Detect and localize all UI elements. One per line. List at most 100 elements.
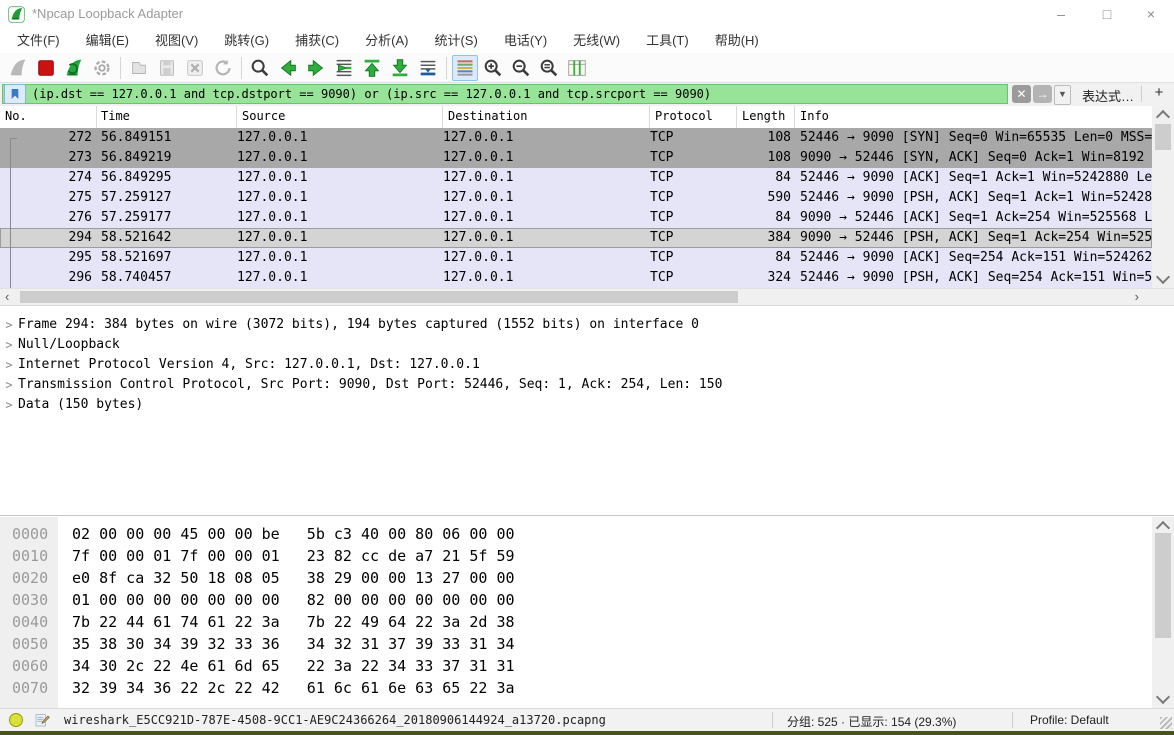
- filter-expression-button[interactable]: 表达式…: [1082, 86, 1134, 105]
- scroll-down-icon[interactable]: [1156, 690, 1170, 704]
- menu-item-9[interactable]: 工具(T): [633, 28, 702, 53]
- packet-row-275[interactable]: 27557.259127127.0.0.1127.0.0.1TCP5905244…: [0, 188, 1152, 208]
- stop-capture-icon[interactable]: [33, 55, 59, 81]
- menu-item-3[interactable]: 跳转(G): [211, 28, 282, 53]
- scroll-down-icon[interactable]: [1156, 270, 1170, 284]
- menu-item-1[interactable]: 编辑(E): [73, 28, 142, 53]
- go-to-top-icon[interactable]: [359, 55, 385, 81]
- detail-line-0[interactable]: >Frame 294: 384 bytes on wire (3072 bits…: [0, 315, 1174, 335]
- filter-clear-icon[interactable]: ✕: [1012, 85, 1031, 103]
- packet-row-272[interactable]: 27256.849151127.0.0.1127.0.0.1TCP1085244…: [0, 128, 1152, 148]
- menu-item-2[interactable]: 视图(V): [142, 28, 211, 53]
- expand-chevron-icon[interactable]: >: [0, 395, 18, 415]
- start-capture-icon[interactable]: [5, 55, 31, 81]
- menu-item-4[interactable]: 捕获(C): [282, 28, 352, 53]
- find-packet-icon[interactable]: [247, 55, 273, 81]
- column-header-length[interactable]: Length: [737, 106, 795, 128]
- detail-line-2[interactable]: >Internet Protocol Version 4, Src: 127.0…: [0, 355, 1174, 375]
- hex-row-0060[interactable]: 006034 30 2c 22 4e 61 6d 65 22 3a 22 34 …: [0, 655, 1152, 677]
- scroll-right-icon[interactable]: ›: [1135, 289, 1139, 305]
- packet-row-274[interactable]: 27456.849295127.0.0.1127.0.0.1TCP8452446…: [0, 168, 1152, 188]
- packet-list-scrollbar[interactable]: [1152, 106, 1174, 288]
- menu-item-0[interactable]: 文件(F): [4, 28, 73, 53]
- minimize-button[interactable]: –: [1038, 0, 1084, 28]
- filter-separator: [1141, 86, 1142, 102]
- go-to-packet-icon[interactable]: [331, 55, 357, 81]
- detail-line-4[interactable]: >Data (150 bytes): [0, 395, 1174, 415]
- column-header-info[interactable]: Info: [795, 106, 1152, 128]
- packet-list-hscrollbar[interactable]: ‹ ›: [0, 288, 1174, 306]
- colorize-packets-icon[interactable]: [452, 55, 478, 81]
- packet-row-273[interactable]: 27356.849219127.0.0.1127.0.0.1TCP1089090…: [0, 148, 1152, 168]
- capture-comment-icon[interactable]: [34, 712, 50, 728]
- cell-time: 56.849219: [97, 148, 237, 168]
- hex-row-0020[interactable]: 0020e0 8f ca 32 50 18 08 05 38 29 00 00 …: [0, 567, 1152, 589]
- menu-item-5[interactable]: 分析(A): [352, 28, 421, 53]
- cell-len: 108: [737, 128, 795, 148]
- expand-chevron-icon[interactable]: >: [0, 315, 18, 335]
- resize-grip[interactable]: [1160, 717, 1172, 729]
- column-header-no[interactable]: No.: [0, 106, 97, 128]
- column-header-protocol[interactable]: Protocol: [650, 106, 737, 128]
- profile-label[interactable]: Profile: Default: [1030, 713, 1109, 727]
- column-header-destination[interactable]: Destination: [443, 106, 650, 128]
- detail-line-1[interactable]: >Null/Loopback: [0, 335, 1174, 355]
- restart-capture-icon[interactable]: [61, 55, 87, 81]
- cell-src: 127.0.0.1: [237, 248, 443, 268]
- save-file-icon[interactable]: [154, 55, 180, 81]
- hex-row-0030[interactable]: 003001 00 00 00 00 00 00 00 82 00 00 00 …: [0, 589, 1152, 611]
- menu-bar: 文件(F)编辑(E)视图(V)跳转(G)捕获(C)分析(A)统计(S)电话(Y)…: [0, 28, 1174, 53]
- menu-item-10[interactable]: 帮助(H): [702, 28, 772, 53]
- cell-no: 273: [0, 148, 97, 168]
- capture-options-icon[interactable]: [89, 55, 115, 81]
- auto-scroll-icon[interactable]: [415, 55, 441, 81]
- column-header-source[interactable]: Source: [237, 106, 443, 128]
- packet-row-295[interactable]: 29558.521697127.0.0.1127.0.0.1TCP8452446…: [0, 248, 1152, 268]
- column-header-time[interactable]: Time: [97, 106, 237, 128]
- filter-add-button[interactable]: +: [1150, 84, 1168, 101]
- hex-row-0050[interactable]: 005035 38 30 34 39 32 33 36 34 32 31 37 …: [0, 633, 1152, 655]
- zoom-out-icon[interactable]: [508, 55, 534, 81]
- expand-chevron-icon[interactable]: >: [0, 335, 18, 355]
- expert-info-icon[interactable]: [9, 713, 23, 727]
- zoom-in-icon[interactable]: [480, 55, 506, 81]
- detail-line-3[interactable]: >Transmission Control Protocol, Src Port…: [0, 375, 1174, 395]
- packet-row-296[interactable]: 29658.740457127.0.0.1127.0.0.1TCP3245244…: [0, 268, 1152, 288]
- cell-info: 9090 → 52446 [ACK] Seq=1 Ack=254 Win=525…: [795, 208, 1152, 228]
- go-back-icon[interactable]: [275, 55, 301, 81]
- scroll-left-icon[interactable]: ‹: [5, 289, 9, 305]
- menu-item-7[interactable]: 电话(Y): [491, 28, 560, 53]
- close-file-icon[interactable]: [182, 55, 208, 81]
- go-to-bottom-icon[interactable]: [387, 55, 413, 81]
- go-forward-icon[interactable]: [303, 55, 329, 81]
- hex-row-0070[interactable]: 007032 39 34 36 22 2c 22 42 61 6c 61 6e …: [0, 677, 1152, 699]
- expand-chevron-icon[interactable]: >: [0, 355, 18, 375]
- filter-input[interactable]: (ip.dst == 127.0.0.1 and tcp.dstport == …: [2, 84, 1008, 104]
- filter-dropdown-icon[interactable]: ▼: [1054, 85, 1071, 105]
- open-file-icon[interactable]: [126, 55, 152, 81]
- menu-item-8[interactable]: 无线(W): [560, 28, 633, 53]
- hex-row-0000[interactable]: 000002 00 00 00 45 00 00 be 5b c3 40 00 …: [0, 523, 1152, 545]
- scrollbar-thumb[interactable]: [1155, 533, 1171, 638]
- scrollbar-thumb[interactable]: [1155, 124, 1171, 150]
- hex-row-0010[interactable]: 00107f 00 00 01 7f 00 00 01 23 82 cc de …: [0, 545, 1152, 567]
- hex-row-0040[interactable]: 00407b 22 44 61 74 61 22 3a 7b 22 49 64 …: [0, 611, 1152, 633]
- resize-columns-icon[interactable]: [564, 55, 590, 81]
- packet-row-276[interactable]: 27657.259177127.0.0.1127.0.0.1TCP849090 …: [0, 208, 1152, 228]
- packet-row-294[interactable]: 29458.521642127.0.0.1127.0.0.1TCP3849090…: [0, 228, 1152, 248]
- close-button[interactable]: ×: [1128, 0, 1174, 28]
- cell-no: 275: [0, 188, 97, 208]
- expand-chevron-icon[interactable]: >: [0, 375, 18, 395]
- hscrollbar-thumb[interactable]: [20, 291, 738, 303]
- menu-item-6[interactable]: 统计(S): [421, 28, 490, 53]
- filter-bookmark-button[interactable]: [4, 84, 26, 104]
- hex-offset: 0020: [0, 567, 58, 589]
- zoom-reset-icon[interactable]: [536, 55, 562, 81]
- packet-bytes-scrollbar[interactable]: [1152, 517, 1174, 708]
- maximize-button[interactable]: □: [1084, 0, 1130, 28]
- reload-file-icon[interactable]: [210, 55, 236, 81]
- hex-offset: 0040: [0, 611, 58, 633]
- scroll-up-icon[interactable]: [1156, 110, 1170, 124]
- filter-apply-icon[interactable]: →: [1033, 85, 1052, 103]
- hex-bytes: 7b 22 44 61 74 61 22 3a 7b 22 49 64 22 3…: [58, 613, 515, 631]
